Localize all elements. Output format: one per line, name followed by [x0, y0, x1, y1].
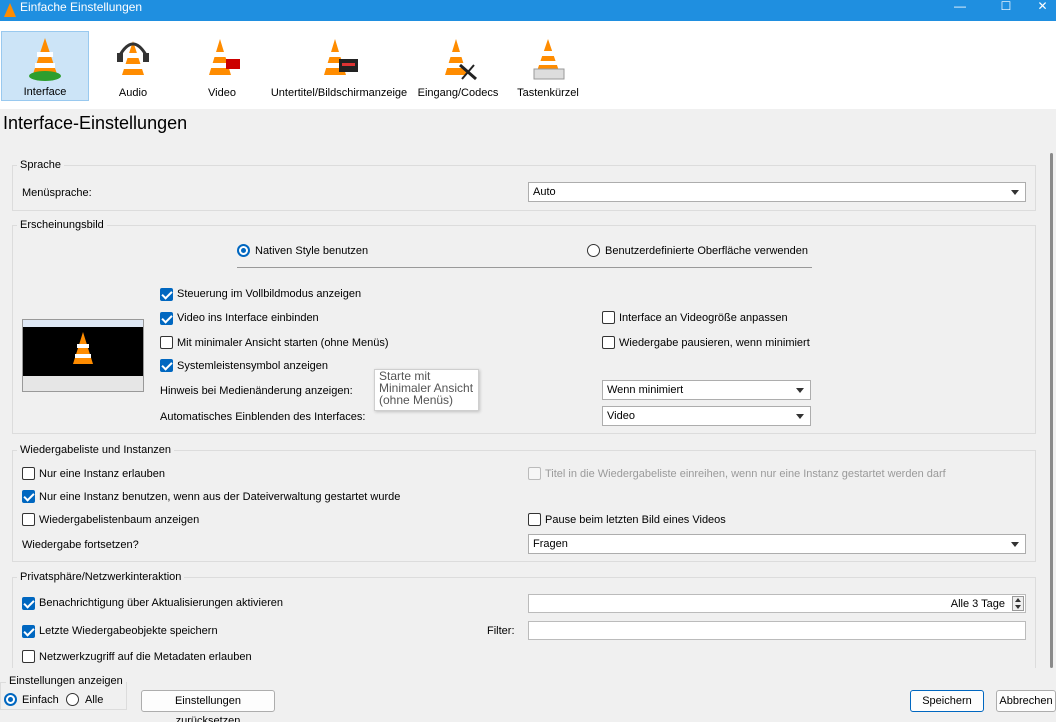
- checkbox-label: Nur eine Instanz erlauben: [39, 468, 165, 480]
- checkbox-update-notify[interactable]: [22, 597, 35, 610]
- checkbox-label: Netzwerkzugriff auf die Metadaten erlaub…: [39, 651, 252, 663]
- chevron-down-icon: [796, 388, 804, 393]
- checkbox-label: Mit minimaler Ansicht starten (ohne Menü…: [177, 337, 389, 349]
- interface-preview-image: [22, 319, 144, 392]
- checkbox-metadata-network[interactable]: [22, 650, 35, 663]
- update-interval-spinbox[interactable]: Alle 3 Tage: [528, 594, 1026, 613]
- tab-subtitles[interactable]: Untertitel/Bildschirmanzeige: [267, 31, 411, 101]
- checkbox-label: Letzte Wiedergabeobjekte speichern: [39, 625, 218, 637]
- media-change-label: Hinweis bei Medienänderung anzeigen:: [160, 385, 353, 397]
- checkbox-label: Titel in die Wiedergabeliste einreihen, …: [545, 468, 946, 480]
- checkbox-enqueue: [528, 467, 541, 480]
- group-appearance: [12, 225, 1036, 434]
- select-value: Video: [607, 410, 635, 422]
- chevron-down-icon: [1011, 542, 1019, 547]
- tab-label: Untertitel/Bildschirmanzeige: [270, 87, 408, 99]
- spin-arrows-icon[interactable]: [1012, 596, 1024, 611]
- checkbox-label: Nur eine Instanz benutzen, wenn aus der …: [39, 491, 401, 503]
- headphones-cone-icon: [117, 41, 149, 75]
- menu-language-select[interactable]: Auto: [528, 182, 1026, 202]
- chevron-down-icon: [796, 414, 804, 419]
- radio-label: Einfach: [22, 694, 59, 706]
- resume-playback-label: Wiedergabe fortsetzen?: [22, 539, 139, 551]
- hotkeys-cone-icon: [533, 39, 565, 80]
- interface-cone-icon: [29, 38, 61, 81]
- checkbox-one-instance-filemanager[interactable]: [22, 490, 35, 503]
- checkbox-label: Benachrichtigung über Aktualisierungen a…: [39, 597, 283, 609]
- radio-label: Alle: [85, 694, 104, 706]
- checkbox-label: Pause beim letzten Bild eines Videos: [545, 514, 726, 526]
- resume-playback-select[interactable]: Fragen: [528, 534, 1026, 554]
- tooltip-line: (ohne Menüs): [379, 393, 454, 407]
- radio-custom-skin-label: Benutzerdefinierte Oberfläche verwenden: [605, 245, 809, 257]
- checkbox-playlist-tree[interactable]: [22, 513, 35, 526]
- radio-native-style-label: Nativen Style benutzen: [255, 245, 369, 257]
- checkbox-label: Wiedergabe pausieren, wenn minimiert: [619, 337, 810, 349]
- checkbox-label: Interface an Videogröße anpassen: [619, 312, 788, 324]
- checkbox-pause-last-frame[interactable]: [528, 513, 541, 526]
- checkbox-systray[interactable]: [160, 359, 173, 372]
- tab-hotkeys[interactable]: Tastenkürzel: [505, 31, 591, 101]
- checkbox-label: Systemleistensymbol anzeigen: [177, 360, 329, 372]
- checkbox-resize-interface[interactable]: [602, 311, 615, 324]
- tooltip: Starte mit Minimaler Ansicht (ohne Menüs…: [374, 369, 479, 411]
- checkbox-one-instance[interactable]: [22, 467, 35, 480]
- window-title: Einfache Einstellungen: [20, 0, 143, 14]
- vlc-cone-icon: [4, 3, 16, 17]
- checkbox-pause-minimized[interactable]: [602, 336, 615, 349]
- filter-input[interactable]: [528, 621, 1026, 640]
- tab-audio[interactable]: Audio: [89, 31, 177, 101]
- radio-simple[interactable]: [4, 693, 17, 706]
- tab-video[interactable]: Video: [177, 31, 267, 101]
- select-value: Fragen: [533, 538, 568, 550]
- reset-settings-button[interactable]: Einstellungen zurücksetzen: [141, 690, 275, 722]
- auto-raise-label: Automatisches Einblenden des Interfaces:: [160, 411, 366, 423]
- group-title: Einstellungen anzeigen: [6, 675, 126, 687]
- close-button[interactable]: ✕: [1029, 0, 1056, 14]
- tab-interface[interactable]: Interface: [1, 31, 89, 101]
- video-cone-icon: [209, 39, 240, 75]
- divider: [237, 267, 812, 268]
- menu-language-label: Menüsprache:: [22, 187, 92, 199]
- group-title: Wiedergabeliste und Instanzen: [17, 444, 175, 456]
- tab-label: Eingang/Codecs: [417, 87, 499, 99]
- group-title: Sprache: [17, 159, 64, 171]
- group-title: Erscheinungsbild: [17, 219, 107, 231]
- media-change-select[interactable]: Wenn minimiert: [602, 380, 811, 400]
- tab-input-codecs[interactable]: Eingang/Codecs: [411, 31, 505, 101]
- checkbox-minimal-view[interactable]: [160, 336, 173, 349]
- vlc-cone-icon: [73, 332, 93, 364]
- spinbox-value: Alle 3 Tage: [950, 598, 1005, 610]
- checkbox-embed-video[interactable]: [160, 312, 173, 325]
- scrollbar-thumb[interactable]: [1050, 153, 1053, 668]
- checkbox-fullscreen-controls[interactable]: [160, 288, 173, 301]
- cancel-button[interactable]: Abbrechen: [996, 690, 1056, 712]
- tab-label: Tastenkürzel: [517, 87, 579, 99]
- subtitles-cone-icon: [324, 39, 358, 75]
- filter-label: Filter:: [487, 625, 515, 637]
- save-button[interactable]: Speichern: [910, 690, 984, 712]
- tab-label: Video: [208, 87, 236, 99]
- radio-native-style[interactable]: [237, 244, 250, 257]
- tab-label: Interface: [23, 86, 67, 98]
- title-bar: Einfache Einstellungen — ☐ ✕: [0, 0, 1056, 21]
- select-value: Wenn minimiert: [607, 384, 684, 396]
- checkbox-label: Steuerung im Vollbildmodus anzeigen: [177, 288, 362, 300]
- radio-custom-skin[interactable]: [587, 244, 600, 257]
- radio-all[interactable]: [66, 693, 79, 706]
- scrollbar[interactable]: [1044, 153, 1054, 668]
- group-title: Privatsphäre/Netzwerkinteraktion: [17, 571, 185, 583]
- checkbox-label: Video ins Interface einbinden: [177, 312, 319, 324]
- page-title: Interface-Einstellungen: [3, 113, 188, 133]
- minimize-button[interactable]: —: [937, 0, 983, 14]
- maximize-button[interactable]: ☐: [983, 0, 1029, 14]
- chevron-down-icon: [1011, 190, 1019, 195]
- auto-raise-select[interactable]: Video: [602, 406, 811, 426]
- select-value: Auto: [533, 186, 556, 198]
- category-toolbar: Interface Audio Video Untertitel/Bildsch…: [0, 21, 1056, 109]
- tab-label: Audio: [118, 87, 148, 99]
- checkbox-save-recent[interactable]: [22, 625, 35, 638]
- codecs-cone-icon: [445, 39, 477, 81]
- checkbox-label: Wiedergabelistenbaum anzeigen: [39, 514, 200, 526]
